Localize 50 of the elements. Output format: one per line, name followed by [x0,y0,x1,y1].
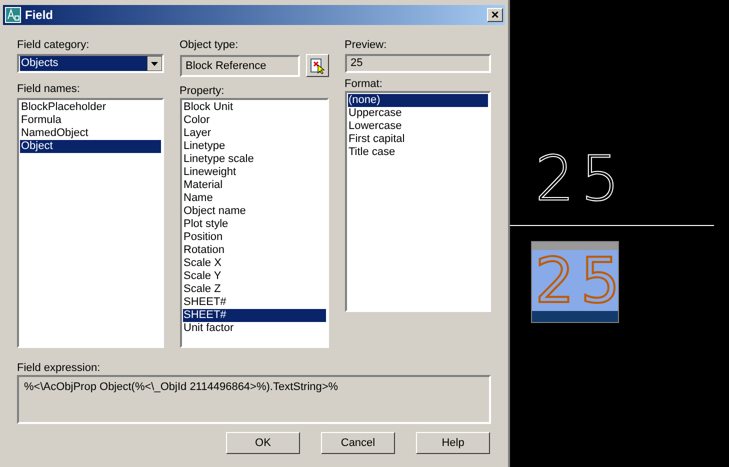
preview-field: 25 [344,54,491,73]
list-item[interactable]: Scale X [182,257,326,270]
list-item[interactable]: Material [182,179,326,192]
field-label: Preview: [344,38,388,52]
select-object-button[interactable] [306,54,328,77]
expression-field[interactable]: %<\AcObjProp Object(%<\_ObjId 2114496864>%).TextString>% [17,375,491,424]
dialog-button[interactable]: Help [416,432,490,454]
list-item[interactable]: Scale Z [182,283,326,296]
list-item[interactable]: (none) [348,94,488,107]
category-dropdown[interactable]: Objects [17,54,164,73]
list-item[interactable]: Lowercase [348,120,488,133]
list-item[interactable]: First capital [348,133,488,146]
field-label: Format: [344,77,384,90]
dropdown-arrow-icon [146,56,162,71]
list-item[interactable]: BlockPlaceholder [20,101,160,114]
list-item[interactable]: SHEET# [182,309,326,322]
list-item[interactable]: Object [20,140,160,153]
field-label: Field category: [17,38,90,52]
list-item[interactable]: Rotation [182,244,326,257]
drawing-text: 25 [532,250,618,311]
list-item[interactable]: SHEET# [182,296,326,309]
app-icon [5,7,21,23]
list-item[interactable]: Linetype [182,140,326,153]
field-label: Object type: [180,38,240,52]
window-title: Field [25,7,54,24]
field-label: Field names: [17,82,81,95]
object-type-field: Block Reference [180,54,300,76]
list-item[interactable]: Uppercase [348,107,488,120]
list-item[interactable]: Unit factor [182,322,326,335]
list-item[interactable]: Object name [182,205,326,218]
list-item[interactable]: Formula [20,114,160,127]
list-item[interactable]: Linetype scale [182,153,326,166]
list-item[interactable]: Block Unit [182,101,326,114]
pick-object-icon [310,58,324,74]
list-item[interactable]: Name [182,192,326,205]
list-item[interactable]: Title case [348,146,488,159]
expression-text: %<\AcObjProp Object(%<\_ObjId 2114496864>%).TextString>% [24,381,338,393]
list-item[interactable]: NamedObject [20,127,160,140]
list-item[interactable]: Scale Y [182,270,326,283]
list-item[interactable]: Plot style [182,218,326,231]
list-item[interactable]: Lineweight [182,166,326,179]
dialog-button[interactable]: OK [226,432,300,454]
close-button[interactable]: × [487,8,503,22]
list-item[interactable]: Position [182,231,326,244]
dialog-button[interactable]: Cancel [321,432,395,454]
field-label: Field expression: [17,361,102,374]
drawing-text: 25 [535,148,626,210]
field-label: Property: [180,84,226,97]
list-item[interactable]: Layer [182,127,326,140]
list-item[interactable]: Color [182,114,326,127]
